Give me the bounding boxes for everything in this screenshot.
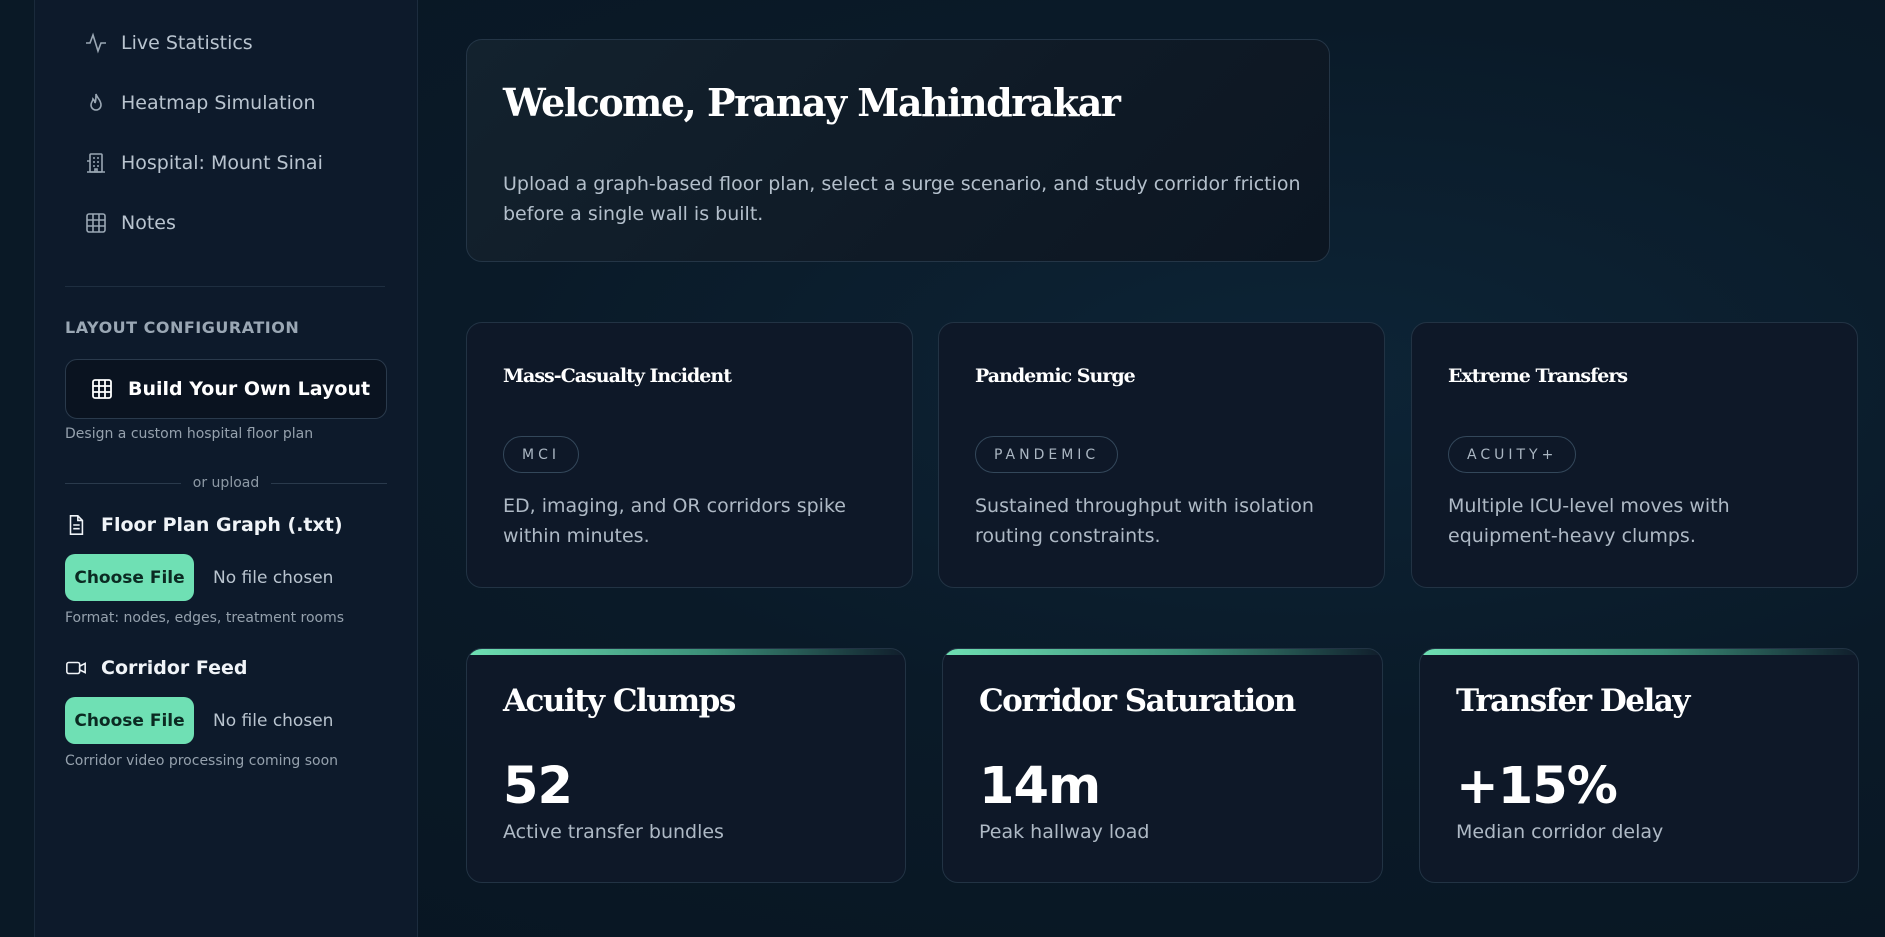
flame-icon [83,90,109,116]
nav-label: Hospital: Mount Sinai [121,152,323,174]
grid-icon [83,210,109,236]
metric-card-transfer-delay: Transfer Delay +15% Median corridor dela… [1419,648,1859,883]
activity-icon [83,30,109,56]
metric-value: 14m [979,757,1101,816]
or-upload-label: or upload [192,475,260,491]
floor-plan-format-note: Format: nodes, edges, treatment rooms [65,610,345,626]
metric-title: Transfer Delay [1456,683,1690,719]
scenario-title: Extreme Transfers [1448,365,1628,387]
scenario-description: ED, imaging, and OR corridors spike with… [503,495,846,547]
nav-item-live-statistics[interactable]: Live Statistics [83,23,253,63]
scenario-title: Pandemic Surge [975,365,1136,387]
nav-label: Heatmap Simulation [121,92,316,114]
floor-plan-heading: Floor Plan Graph (.txt) [65,514,343,536]
corridor-feed-file-status: No file chosen [213,710,334,731]
nav-label: Live Statistics [121,32,253,54]
scenario-description: Multiple ICU-level moves with equipment-… [1448,495,1730,547]
nav-label: Notes [121,212,176,234]
build-layout-button[interactable]: Build Your Own Layout [65,359,387,419]
scenario-card-mci[interactable]: Mass-Casualty Incident MCI ED, imaging, … [466,322,913,588]
metric-card-acuity-clumps: Acuity Clumps 52 Active transfer bundles [466,648,906,883]
metric-value: +15% [1456,757,1618,816]
scenario-description: Sustained throughput with isolation rout… [975,495,1314,547]
corridor-feed-note: Corridor video processing coming soon [65,753,339,769]
scenario-tag: ACUITY+ [1448,436,1577,473]
floor-plan-file-status: No file chosen [213,567,334,588]
metric-caption: Active transfer bundles [503,821,724,843]
or-upload-divider: or upload [65,474,388,492]
sidebar-divider [65,286,385,287]
scenario-card-extreme-transfers[interactable]: Extreme Transfers ACUITY+ Multiple ICU-l… [1411,322,1858,588]
floor-plan-choose-file-button[interactable]: Choose File [65,554,194,601]
build-layout-note: Design a custom hospital floor plan [65,426,314,442]
metric-caption: Median corridor delay [1456,821,1664,843]
metric-card-corridor-saturation: Corridor Saturation 14m Peak hallway loa… [942,648,1383,883]
corridor-feed-choose-file-button[interactable]: Choose File [65,697,194,744]
floor-plan-title: Floor Plan Graph (.txt) [101,514,343,536]
corridor-feed-file-input: Choose File No file chosen [65,697,333,744]
nav-item-hospital[interactable]: Hospital: Mount Sinai [83,143,323,183]
layout-configuration-heading: LAYOUT CONFIGURATION [65,318,300,337]
video-icon [66,661,86,675]
welcome-title: Welcome, Pranay Mahindrakar [503,80,1121,125]
corridor-feed-heading: Corridor Feed [65,657,247,679]
metric-title: Acuity Clumps [503,683,736,719]
nav-item-notes[interactable]: Notes [83,203,176,243]
build-layout-label: Build Your Own Layout [128,378,371,400]
grid-icon [92,379,112,399]
welcome-card: Welcome, Pranay Mahindrakar Upload a gra… [466,39,1330,262]
metric-caption: Peak hallway load [979,821,1150,843]
scenario-title: Mass-Casualty Incident [503,365,732,387]
scenario-card-pandemic[interactable]: Pandemic Surge PANDEMIC Sustained throug… [938,322,1385,588]
corridor-feed-title: Corridor Feed [101,657,248,679]
sidebar: Live Statistics Heatmap Simulation Hospi… [34,0,418,937]
metric-accent-bar [467,649,905,655]
metric-accent-bar [943,649,1382,655]
floor-plan-file-input: Choose File No file chosen [65,554,333,601]
metric-title: Corridor Saturation [979,683,1296,719]
metric-value: 52 [503,757,573,816]
metric-accent-bar [1420,649,1858,655]
building-icon [83,150,109,176]
file-text-icon [69,515,84,535]
window-edge [0,0,34,937]
scenario-tag: PANDEMIC [975,436,1119,473]
nav-item-heatmap-simulation[interactable]: Heatmap Simulation [83,83,316,123]
welcome-description: Upload a graph-based floor plan, select … [503,173,1301,225]
scenario-tag: MCI [503,436,579,473]
